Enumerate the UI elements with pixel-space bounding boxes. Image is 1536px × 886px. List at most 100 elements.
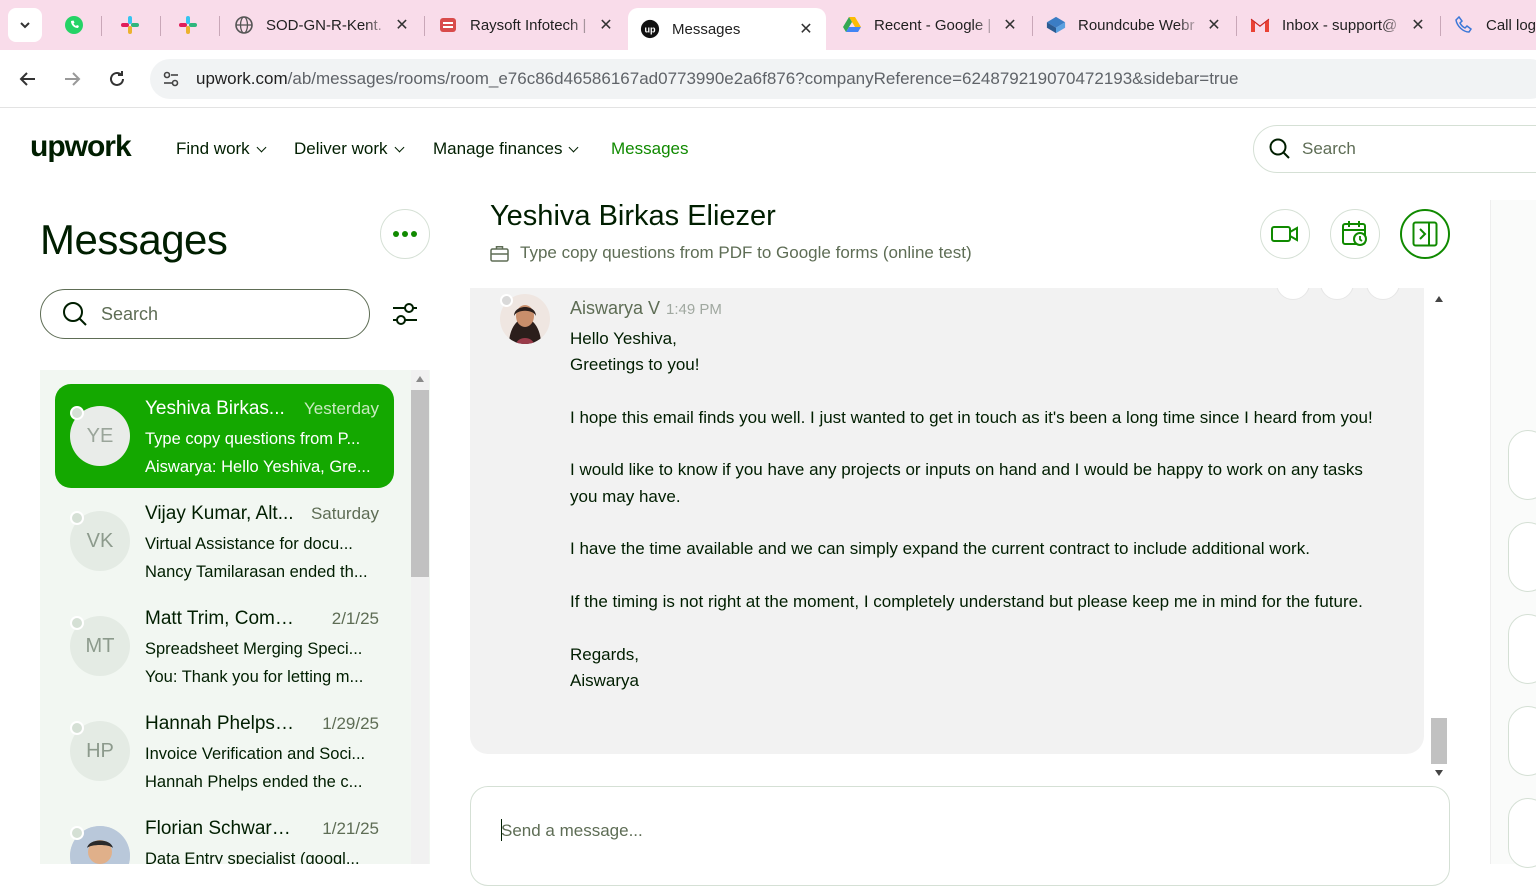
tab-slack-1[interactable] xyxy=(108,7,154,43)
thread-scrollbar[interactable] xyxy=(1430,290,1448,784)
phone-icon xyxy=(1454,15,1474,35)
reload-icon xyxy=(110,71,124,86)
nav-deliver-work[interactable]: Deliver work xyxy=(294,139,404,159)
browser-tab-strip: SOD-GN-R-Kent. ✕ Raysoft Infotech | ✕ up… xyxy=(0,0,1536,50)
close-icon[interactable]: ✕ xyxy=(998,13,1022,37)
tab-slack-2[interactable] xyxy=(166,7,212,43)
presence-dot xyxy=(70,511,84,525)
more-actions-icon[interactable] xyxy=(1366,288,1400,300)
address-bar[interactable]: upwork.com/ab/messages/rooms/room_e76c86… xyxy=(150,59,1536,99)
presence-dot xyxy=(70,721,84,735)
scroll-up-arrow-icon[interactable] xyxy=(416,376,424,382)
scrollbar-thumb[interactable] xyxy=(1431,718,1447,764)
gmail-icon xyxy=(1250,15,1270,35)
tab-title: Inbox - support@ xyxy=(1282,16,1398,34)
url-host: upwork.com xyxy=(196,69,288,88)
more-options-button[interactable] xyxy=(380,209,430,259)
tab-title: Call log xyxy=(1486,16,1536,34)
sidebar-action-button[interactable] xyxy=(1508,522,1536,592)
sidebar-action-button[interactable] xyxy=(1508,706,1536,776)
presence-dot xyxy=(70,406,84,420)
nav-find-work[interactable]: Find work xyxy=(176,139,267,159)
video-call-button[interactable] xyxy=(1260,209,1310,259)
room-item-yeshiva[interactable]: YE Yeshiva Birkas... Yesterday Type copy… xyxy=(55,384,394,488)
room-item-matt[interactable]: MT Matt Trim, Comm... 2/1/25 Spreadsheet… xyxy=(55,594,394,698)
conversation-title[interactable]: Yeshiva Birkas Eliezer xyxy=(490,200,776,233)
search-placeholder: Search xyxy=(101,303,159,324)
close-icon[interactable]: ✕ xyxy=(794,17,818,41)
sidebar-action-button[interactable] xyxy=(1508,614,1536,684)
back-button[interactable] xyxy=(11,62,45,96)
room-item-hannah[interactable]: HP Hannah Phelps, ... 1/29/25 Invoice Ve… xyxy=(55,699,394,803)
tab-roundcube[interactable]: Roundcube Webr ✕ xyxy=(1034,7,1234,43)
page-title: Messages xyxy=(40,216,228,263)
bookmark-icon[interactable] xyxy=(1320,288,1354,300)
room-name: Hannah Phelps, ... xyxy=(145,713,295,734)
calendar-clock-icon xyxy=(1342,221,1367,246)
tab-title: Messages xyxy=(672,20,741,38)
site-settings-icon[interactable] xyxy=(156,64,186,94)
tab-search-button[interactable] xyxy=(8,8,42,42)
room-item-vijay[interactable]: VK Vijay Kumar, Alt... Saturday Virtual … xyxy=(55,489,394,593)
tab-separator xyxy=(424,16,425,36)
rooms-search-input[interactable]: Search xyxy=(40,289,370,339)
svg-text:up: up xyxy=(644,25,656,35)
react-icon[interactable] xyxy=(1276,288,1310,300)
chevron-down-icon xyxy=(20,22,30,29)
tab-raysoft[interactable]: Raysoft Infotech | ✕ xyxy=(426,7,626,43)
room-list-scrollbar[interactable] xyxy=(411,370,429,864)
toggle-sidebar-button[interactable] xyxy=(1400,209,1450,259)
presence-dot xyxy=(70,616,84,630)
conversation-subtitle[interactable]: Type copy questions from PDF to Google f… xyxy=(490,243,972,263)
scrollbar-thumb[interactable] xyxy=(411,390,429,577)
contract-title: Type copy questions from PDF to Google f… xyxy=(520,243,972,262)
tab-title: Raysoft Infotech | xyxy=(470,16,587,34)
tab-call-log[interactable]: Call log xyxy=(1442,7,1536,43)
room-topic: Virtual Assistance for docu... xyxy=(145,535,353,553)
more-horizontal-icon xyxy=(393,231,417,237)
filter-button[interactable] xyxy=(388,297,422,331)
header-search-input[interactable]: Search xyxy=(1253,125,1536,173)
forward-button[interactable] xyxy=(55,62,89,96)
scroll-down-arrow-icon[interactable] xyxy=(1435,770,1443,776)
tab-title: Recent - Google | xyxy=(874,16,992,34)
close-icon[interactable]: ✕ xyxy=(1406,13,1430,37)
tab-separator xyxy=(1236,16,1237,36)
room-date: 1/21/25 xyxy=(322,819,379,838)
room-name: Florian Schwarz, ... xyxy=(145,818,295,839)
upwork-logo[interactable]: upwork xyxy=(30,130,132,164)
arrow-left-icon xyxy=(19,72,35,86)
nav-manage-finances[interactable]: Manage finances xyxy=(433,139,579,159)
browser-toolbar: upwork.com/ab/messages/rooms/room_e76c86… xyxy=(0,50,1536,108)
arrow-right-icon xyxy=(65,72,81,86)
room-list: YE Yeshiva Birkas... Yesterday Type copy… xyxy=(40,370,430,864)
briefcase-icon xyxy=(490,245,509,262)
tab-messages-active[interactable]: up Messages ✕ xyxy=(628,8,826,50)
message-paragraph: I have the time available and we can sim… xyxy=(570,539,1310,559)
nav-messages[interactable]: Messages xyxy=(611,139,688,159)
close-icon[interactable]: ✕ xyxy=(390,13,414,37)
close-icon[interactable]: ✕ xyxy=(1202,13,1226,37)
tab-whatsapp[interactable] xyxy=(52,7,98,43)
room-topic: Type copy questions from P... xyxy=(145,430,361,448)
sidebar-panel-icon xyxy=(1412,221,1438,247)
tab-gmail[interactable]: Inbox - support@ ✕ xyxy=(1238,7,1438,43)
search-icon xyxy=(1269,138,1290,159)
video-camera-icon xyxy=(1271,226,1298,242)
room-item-florian[interactable]: Florian Schwarz, ... 1/21/25 Data Entry … xyxy=(55,804,394,864)
room-topic: Data Entry specialist (googl... xyxy=(145,850,360,864)
message-composer[interactable]: Send a message... xyxy=(470,786,1450,886)
sidebar-action-button[interactable] xyxy=(1508,798,1536,868)
room-preview: Aiswarya: Hello Yeshiva, Gre... xyxy=(145,458,371,476)
sidebar-action-button[interactable] xyxy=(1508,430,1536,500)
tab-google-drive[interactable]: Recent - Google | ✕ xyxy=(830,7,1030,43)
room-topic: Invoice Verification and Soci... xyxy=(145,745,366,763)
message-paragraph: Hello Yeshiva, Greetings to you! xyxy=(570,329,700,375)
sender-name[interactable]: Aiswarya V xyxy=(570,298,660,318)
scroll-up-arrow-icon[interactable] xyxy=(1435,296,1443,302)
schedule-meeting-button[interactable] xyxy=(1330,209,1380,259)
reload-button[interactable] xyxy=(100,62,134,96)
close-icon[interactable]: ✕ xyxy=(594,13,618,37)
room-date: 1/29/25 xyxy=(322,714,379,733)
tab-sod-gn[interactable]: SOD-GN-R-Kent. ✕ xyxy=(222,7,422,43)
